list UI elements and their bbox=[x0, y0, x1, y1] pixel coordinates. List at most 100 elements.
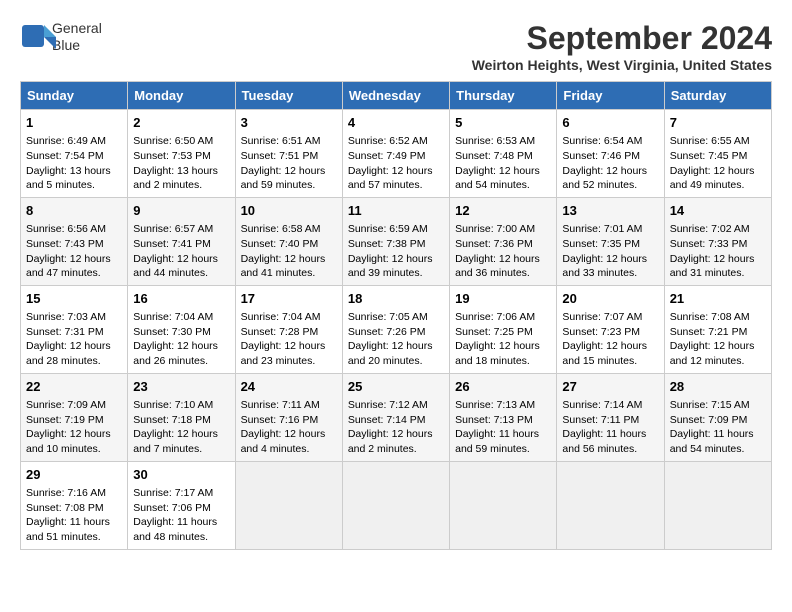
day-info: Sunrise: 6:54 AM bbox=[562, 134, 658, 149]
calendar-cell bbox=[664, 461, 771, 549]
calendar-cell: 4 Sunrise: 6:52 AMSunset: 7:49 PMDaylight… bbox=[342, 110, 449, 198]
day-info: Sunset: 7:41 PM bbox=[133, 237, 229, 252]
page-header: General Blue September 2024 Weirton Heig… bbox=[20, 20, 772, 73]
day-info: Daylight: 12 hours bbox=[670, 164, 766, 179]
day-number: 20 bbox=[562, 290, 658, 308]
calendar-cell: 28Sunrise: 7:15 AMSunset: 7:09 PMDayligh… bbox=[664, 373, 771, 461]
day-info: and 54 minutes. bbox=[455, 178, 551, 193]
calendar-cell: 23Sunrise: 7:10 AMSunset: 7:18 PMDayligh… bbox=[128, 373, 235, 461]
calendar-cell: 26Sunrise: 7:13 AMSunset: 7:13 PMDayligh… bbox=[450, 373, 557, 461]
calendar-cell: 8Sunrise: 6:56 AMSunset: 7:43 PMDaylight… bbox=[21, 197, 128, 285]
day-info: Sunrise: 7:02 AM bbox=[670, 222, 766, 237]
day-info: and 7 minutes. bbox=[133, 442, 229, 457]
calendar-cell: 10Sunrise: 6:58 AMSunset: 7:40 PMDayligh… bbox=[235, 197, 342, 285]
day-number: 15 bbox=[26, 290, 122, 308]
day-info: and 2 minutes. bbox=[348, 442, 444, 457]
day-number: 11 bbox=[348, 202, 444, 220]
day-info: Daylight: 13 hours bbox=[133, 164, 229, 179]
day-info: and 48 minutes. bbox=[133, 530, 229, 545]
day-info: Daylight: 12 hours bbox=[241, 252, 337, 267]
day-number: 4 bbox=[348, 114, 444, 132]
calendar-cell: 15Sunrise: 7:03 AMSunset: 7:31 PMDayligh… bbox=[21, 285, 128, 373]
week-row: 22Sunrise: 7:09 AMSunset: 7:19 PMDayligh… bbox=[21, 373, 772, 461]
day-info: Sunrise: 7:16 AM bbox=[26, 486, 122, 501]
day-info: and 10 minutes. bbox=[26, 442, 122, 457]
day-info: Sunrise: 7:08 AM bbox=[670, 310, 766, 325]
day-info: Sunrise: 6:49 AM bbox=[26, 134, 122, 149]
day-info: Sunset: 7:11 PM bbox=[562, 413, 658, 428]
day-info: Sunset: 7:51 PM bbox=[241, 149, 337, 164]
column-header-sunday: Sunday bbox=[21, 82, 128, 110]
day-info: Daylight: 12 hours bbox=[241, 164, 337, 179]
day-number: 12 bbox=[455, 202, 551, 220]
day-number: 28 bbox=[670, 378, 766, 396]
week-row: 8Sunrise: 6:56 AMSunset: 7:43 PMDaylight… bbox=[21, 197, 772, 285]
day-info: Daylight: 11 hours bbox=[133, 515, 229, 530]
day-info: and 59 minutes. bbox=[241, 178, 337, 193]
week-row: 15Sunrise: 7:03 AMSunset: 7:31 PMDayligh… bbox=[21, 285, 772, 373]
day-number: 2 bbox=[133, 114, 229, 132]
title-block: September 2024 Weirton Heights, West Vir… bbox=[472, 20, 772, 73]
calendar-cell: 7Sunrise: 6:55 AMSunset: 7:45 PMDaylight… bbox=[664, 110, 771, 198]
calendar-cell: 1Sunrise: 6:49 AMSunset: 7:54 PMDaylight… bbox=[21, 110, 128, 198]
column-header-wednesday: Wednesday bbox=[342, 82, 449, 110]
day-info: Sunrise: 7:12 AM bbox=[348, 398, 444, 413]
day-info: Sunrise: 7:11 AM bbox=[241, 398, 337, 413]
day-info: Sunrise: 7:17 AM bbox=[133, 486, 229, 501]
calendar-cell: 16Sunrise: 7:04 AMSunset: 7:30 PMDayligh… bbox=[128, 285, 235, 373]
day-info: and 23 minutes. bbox=[241, 354, 337, 369]
calendar-cell: 18Sunrise: 7:05 AMSunset: 7:26 PMDayligh… bbox=[342, 285, 449, 373]
day-info: Daylight: 12 hours bbox=[455, 339, 551, 354]
day-info: Sunrise: 7:00 AM bbox=[455, 222, 551, 237]
calendar-cell: 27Sunrise: 7:14 AMSunset: 7:11 PMDayligh… bbox=[557, 373, 664, 461]
day-info: Sunset: 7:48 PM bbox=[455, 149, 551, 164]
day-info: Sunrise: 7:01 AM bbox=[562, 222, 658, 237]
calendar-cell: 19Sunrise: 7:06 AMSunset: 7:25 PMDayligh… bbox=[450, 285, 557, 373]
column-header-saturday: Saturday bbox=[664, 82, 771, 110]
day-number: 16 bbox=[133, 290, 229, 308]
day-info: Sunrise: 7:10 AM bbox=[133, 398, 229, 413]
day-info: Daylight: 12 hours bbox=[348, 339, 444, 354]
day-info: Daylight: 12 hours bbox=[26, 427, 122, 442]
day-info: Sunset: 7:49 PM bbox=[348, 149, 444, 164]
day-info: Sunset: 7:23 PM bbox=[562, 325, 658, 340]
day-number: 30 bbox=[133, 466, 229, 484]
day-info: and 49 minutes. bbox=[670, 178, 766, 193]
main-title: September 2024 bbox=[472, 20, 772, 57]
day-info: Sunset: 7:31 PM bbox=[26, 325, 122, 340]
day-info: and 4 minutes. bbox=[241, 442, 337, 457]
day-info: and 5 minutes. bbox=[26, 178, 122, 193]
day-info: Sunset: 7:25 PM bbox=[455, 325, 551, 340]
day-info: Sunset: 7:16 PM bbox=[241, 413, 337, 428]
day-info: Sunrise: 6:58 AM bbox=[241, 222, 337, 237]
day-info: Daylight: 12 hours bbox=[348, 427, 444, 442]
day-info: Sunrise: 6:53 AM bbox=[455, 134, 551, 149]
day-info: Sunrise: 7:04 AM bbox=[241, 310, 337, 325]
day-info: Sunset: 7:53 PM bbox=[133, 149, 229, 164]
day-info: Daylight: 12 hours bbox=[348, 164, 444, 179]
day-info: Sunrise: 6:59 AM bbox=[348, 222, 444, 237]
day-info: and 59 minutes. bbox=[455, 442, 551, 457]
day-info: and 15 minutes. bbox=[562, 354, 658, 369]
calendar-cell bbox=[450, 461, 557, 549]
calendar-cell: 22Sunrise: 7:09 AMSunset: 7:19 PMDayligh… bbox=[21, 373, 128, 461]
day-info: Sunset: 7:43 PM bbox=[26, 237, 122, 252]
day-info: Sunrise: 7:13 AM bbox=[455, 398, 551, 413]
day-info: Sunset: 7:21 PM bbox=[670, 325, 766, 340]
day-info: and 36 minutes. bbox=[455, 266, 551, 281]
day-info: and 41 minutes. bbox=[241, 266, 337, 281]
day-info: Daylight: 12 hours bbox=[241, 339, 337, 354]
day-number: 9 bbox=[133, 202, 229, 220]
calendar-cell: 3Sunrise: 6:51 AMSunset: 7:51 PMDaylight… bbox=[235, 110, 342, 198]
day-info: Daylight: 12 hours bbox=[26, 339, 122, 354]
day-info: and 2 minutes. bbox=[133, 178, 229, 193]
day-info: Sunset: 7:14 PM bbox=[348, 413, 444, 428]
day-info: Sunset: 7:13 PM bbox=[455, 413, 551, 428]
calendar-cell: 29Sunrise: 7:16 AMSunset: 7:08 PMDayligh… bbox=[21, 461, 128, 549]
day-number: 10 bbox=[241, 202, 337, 220]
calendar-cell: 21Sunrise: 7:08 AMSunset: 7:21 PMDayligh… bbox=[664, 285, 771, 373]
day-info: Sunrise: 6:52 AM bbox=[348, 134, 444, 149]
day-info: Sunset: 7:06 PM bbox=[133, 501, 229, 516]
day-number: 27 bbox=[562, 378, 658, 396]
day-number: 19 bbox=[455, 290, 551, 308]
